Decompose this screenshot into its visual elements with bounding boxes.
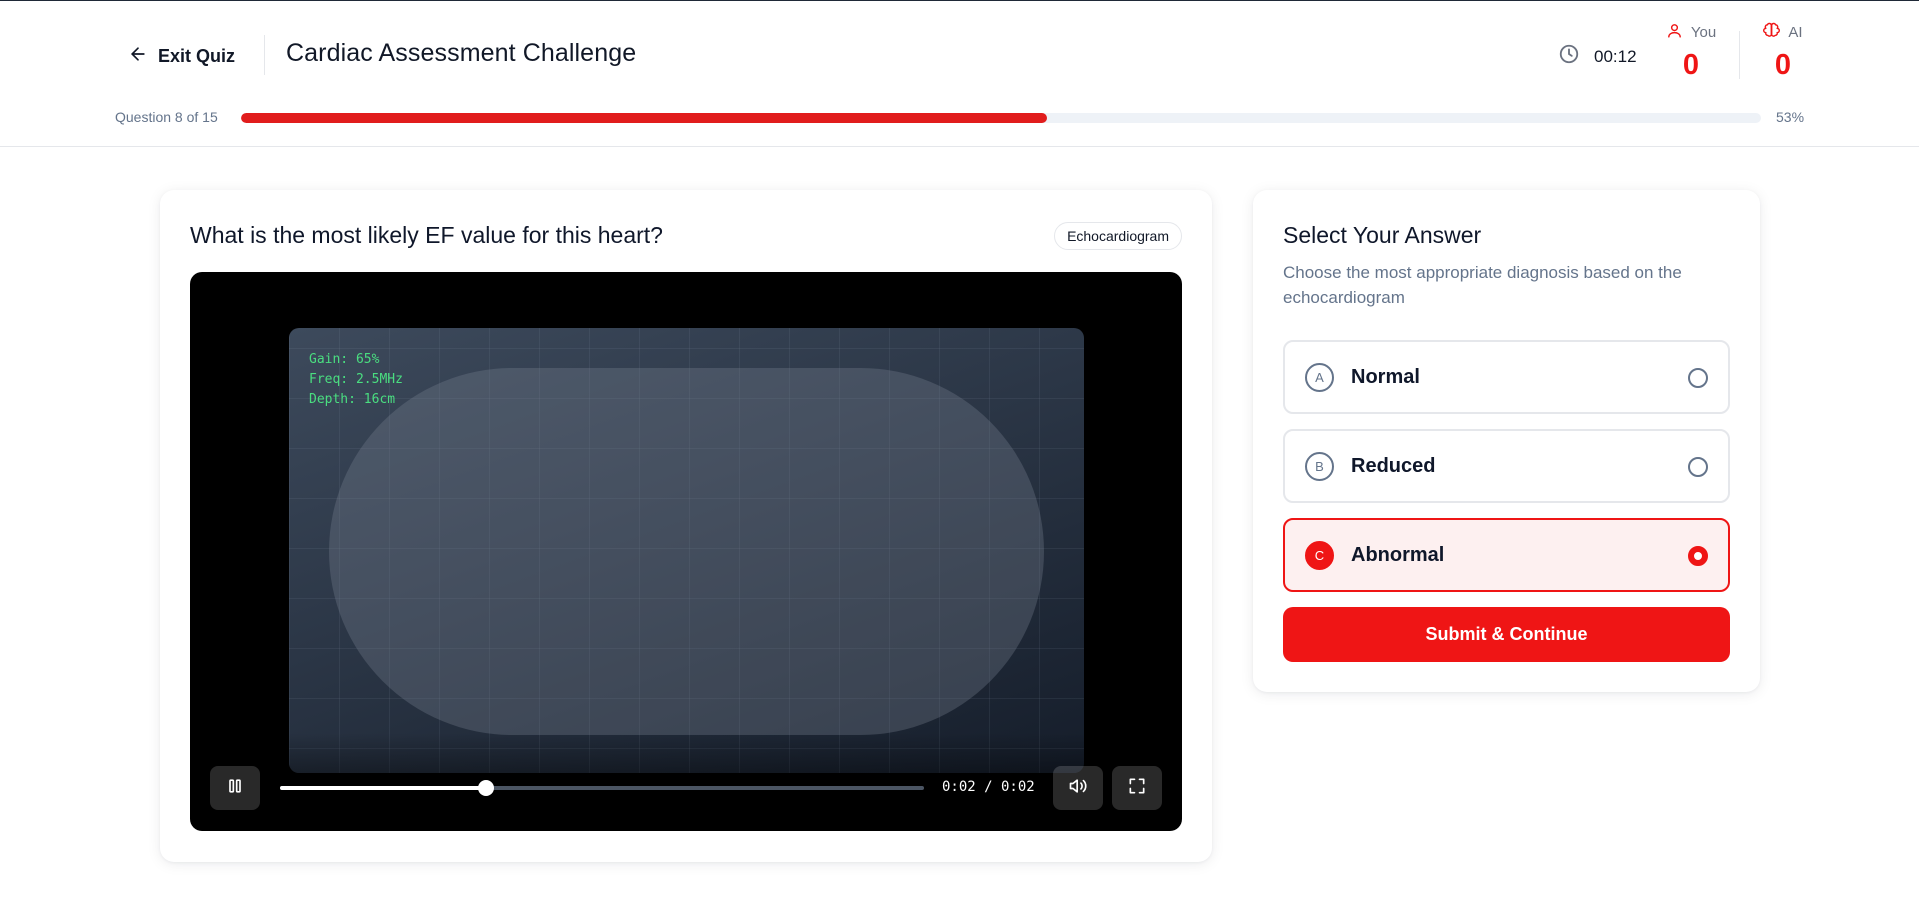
answer-card: Select Your Answer Choose the most appro… xyxy=(1253,190,1760,692)
video-seek-bar[interactable] xyxy=(280,780,924,796)
answer-option-c[interactable]: C Abnormal xyxy=(1283,518,1730,592)
echo-readout: Gain: 65% Freq: 2.5MHz Depth: 16cm xyxy=(309,350,403,410)
quiz-header: Exit Quiz Cardiac Assessment Challenge 0… xyxy=(0,1,1919,147)
volume-button[interactable] xyxy=(1053,766,1103,810)
score-ai-label: AI xyxy=(1788,23,1803,41)
arrow-left-icon xyxy=(128,44,148,69)
question-card: What is the most likely EF value for thi… xyxy=(160,190,1212,862)
question-type-badge: Echocardiogram xyxy=(1054,222,1182,250)
score-you-value: 0 xyxy=(1682,49,1700,81)
echo-image: Gain: 65% Freq: 2.5MHz Depth: 16cm xyxy=(289,328,1084,773)
option-radio[interactable] xyxy=(1688,546,1708,566)
fullscreen-icon xyxy=(1127,776,1147,801)
video-time: 0:02 / 0:02 xyxy=(942,779,1035,795)
score-ai: AI 0 xyxy=(1746,21,1820,82)
submit-continue-button[interactable]: Submit & Continue xyxy=(1283,607,1730,662)
option-radio[interactable] xyxy=(1688,368,1708,388)
timer-value: 00:12 xyxy=(1594,46,1637,66)
score-divider xyxy=(1739,31,1740,79)
question-text: What is the most likely EF value for thi… xyxy=(190,222,663,248)
option-radio[interactable] xyxy=(1688,457,1708,477)
pause-button[interactable] xyxy=(210,766,260,810)
volume-icon xyxy=(1068,776,1088,801)
answer-option-a[interactable]: A Normal xyxy=(1283,340,1730,414)
progress-bar xyxy=(241,113,1761,123)
progress-percent: 53% xyxy=(1776,109,1805,125)
option-letter: A xyxy=(1305,363,1334,392)
option-label: Normal xyxy=(1351,366,1420,388)
option-letter: C xyxy=(1305,541,1334,570)
exit-quiz-button[interactable]: Exit Quiz xyxy=(128,39,235,73)
video-seek-handle[interactable] xyxy=(478,780,495,796)
pause-icon xyxy=(225,776,245,801)
video-controls: 0:02 / 0:02 xyxy=(190,766,1182,816)
option-label: Reduced xyxy=(1351,455,1436,477)
video-seek-fill xyxy=(280,786,487,790)
brain-icon xyxy=(1763,22,1781,43)
echo-gain: Gain: 65% xyxy=(309,352,380,367)
exit-quiz-label: Exit Quiz xyxy=(158,45,236,66)
progress-bar-fill xyxy=(241,113,1047,123)
fullscreen-button[interactable] xyxy=(1112,766,1162,810)
page-title: Cardiac Assessment Challenge xyxy=(286,39,637,67)
answer-title: Select Your Answer xyxy=(1283,222,1482,248)
echo-video-player[interactable]: Gain: 65% Freq: 2.5MHz Depth: 16cm 0:02 … xyxy=(190,272,1182,831)
option-label: Abnormal xyxy=(1351,544,1445,566)
question-counter: Question 8 of 15 xyxy=(115,109,218,125)
answer-option-b[interactable]: B Reduced xyxy=(1283,429,1730,503)
score-you-label: You xyxy=(1690,23,1717,41)
user-icon xyxy=(1666,22,1683,43)
answer-subtitle: Choose the most appropriate diagnosis ba… xyxy=(1283,263,1682,307)
header-divider xyxy=(264,35,265,75)
echo-frequency: Freq: 2.5MHz xyxy=(309,372,403,387)
quiz-timer: 00:12 xyxy=(1558,43,1637,70)
echo-heart-region xyxy=(329,368,1044,735)
score-you: You 0 xyxy=(1654,21,1728,82)
echo-depth: Depth: 16cm xyxy=(309,392,396,407)
score-ai-value: 0 xyxy=(1774,49,1792,81)
clock-icon xyxy=(1558,43,1580,70)
option-letter: B xyxy=(1305,452,1334,481)
